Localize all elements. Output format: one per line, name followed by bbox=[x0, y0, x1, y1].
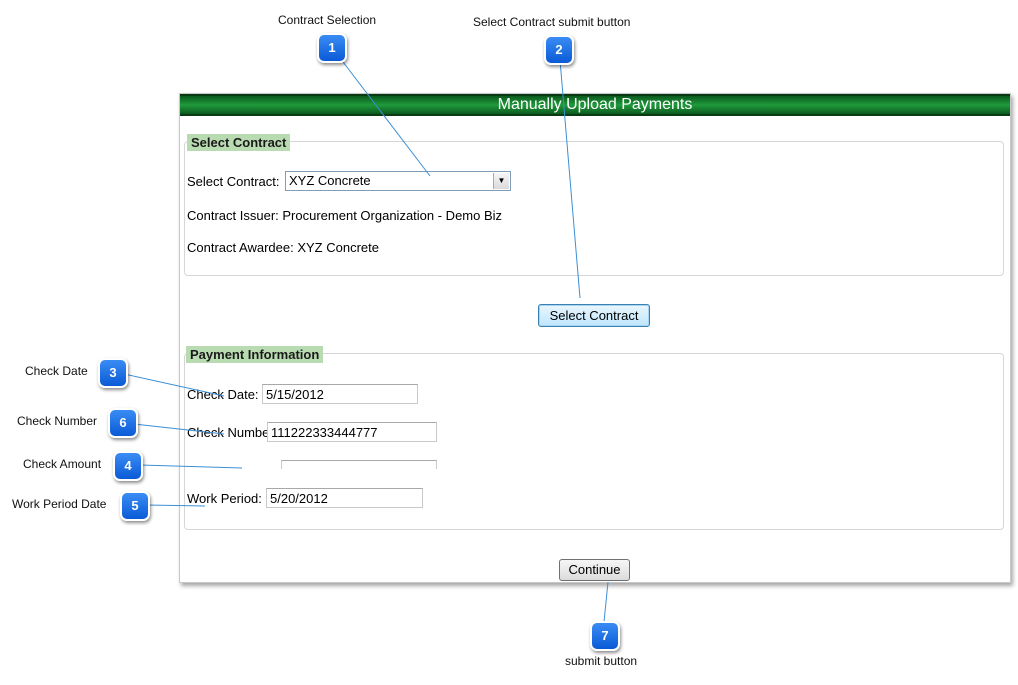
check-amount-row-clip bbox=[180, 457, 480, 469]
callout-label-check-amount: Check Amount bbox=[23, 457, 102, 471]
work-period-input[interactable]: 5/20/2012 bbox=[266, 488, 423, 508]
contract-select[interactable]: XYZ Concrete ▼ bbox=[285, 171, 511, 191]
callout-badge-5: 5 bbox=[120, 491, 150, 521]
callout-label-check-number: Check Number bbox=[17, 414, 98, 428]
callout-badge-7: 7 bbox=[590, 621, 620, 651]
select-contract-button[interactable]: Select Contract bbox=[538, 304, 650, 327]
leader-line-7 bbox=[603, 581, 609, 623]
contract-awardee-label: Contract Awardee: bbox=[187, 240, 294, 255]
work-period-label: Work Period: bbox=[187, 491, 262, 506]
contract-awardee: Contract Awardee: XYZ Concrete bbox=[187, 240, 379, 255]
check-number-input[interactable]: 111222333444777 bbox=[267, 422, 437, 442]
contract-issuer-label: Contract Issuer: bbox=[187, 208, 279, 223]
callout-badge-4: 4 bbox=[113, 451, 143, 481]
callout-label-submit-button: submit button bbox=[565, 654, 638, 668]
callout-label-select-contract-button: Select Contract submit button bbox=[473, 15, 631, 29]
check-date-label: Check Date: bbox=[187, 387, 259, 402]
check-amount-input[interactable] bbox=[281, 460, 437, 469]
continue-button[interactable]: Continue bbox=[559, 559, 630, 581]
callout-badge-3: 3 bbox=[98, 358, 128, 388]
callout-badge-1: 1 bbox=[317, 33, 347, 63]
callout-badge-2: 2 bbox=[544, 35, 574, 65]
select-contract-legend: Select Contract bbox=[187, 134, 291, 151]
contract-issuer: Contract Issuer: Procurement Organizatio… bbox=[187, 208, 502, 223]
callout-label-contract-selection: Contract Selection bbox=[278, 13, 377, 27]
check-number-label: Check Number: bbox=[187, 425, 278, 440]
chevron-down-icon[interactable]: ▼ bbox=[493, 173, 509, 189]
callout-badge-6: 6 bbox=[108, 408, 138, 438]
payment-information-legend: Payment Information bbox=[186, 346, 324, 363]
contract-awardee-value: XYZ Concrete bbox=[297, 240, 379, 255]
callout-label-work-period-date: Work Period Date bbox=[12, 497, 107, 511]
select-contract-label: Select Contract: bbox=[187, 174, 280, 189]
upload-payments-panel: Manually Upload Payments Select Contract… bbox=[179, 93, 1011, 583]
contract-issuer-value: Procurement Organization - Demo Biz bbox=[282, 208, 503, 223]
callout-label-check-date: Check Date bbox=[25, 364, 88, 378]
check-date-input[interactable]: 5/15/2012 bbox=[262, 384, 418, 404]
contract-select-value: XYZ Concrete bbox=[289, 173, 371, 188]
panel-title: Manually Upload Payments bbox=[180, 94, 1010, 116]
